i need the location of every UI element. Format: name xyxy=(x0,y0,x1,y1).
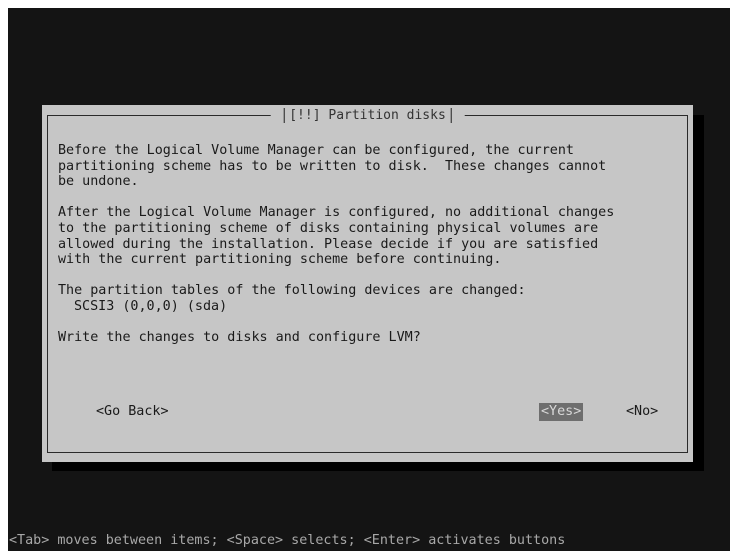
dialog-buttons: <Go Back> <Yes> <No> xyxy=(42,403,693,421)
partition-dialog: [!!] Partition disks Before the Logical … xyxy=(42,105,693,462)
title-text: Partition disks xyxy=(328,108,446,123)
paragraph-line: Before the Logical Volume Manager can be… xyxy=(58,143,574,158)
paragraph-3: The partition tables of the following de… xyxy=(58,283,683,314)
yes-button[interactable]: <Yes> xyxy=(539,403,584,421)
devices-intro: The partition tables of the following de… xyxy=(58,283,526,299)
dialog-body: Before the Logical Volume Manager can be… xyxy=(58,143,683,361)
paragraph-4: Write the changes to disks and configure… xyxy=(58,330,683,346)
paragraph-line: allowed during the installation. Please … xyxy=(58,236,599,252)
no-button[interactable]: <No> xyxy=(624,403,660,421)
paragraph-line: partitioning scheme has to be written to… xyxy=(58,158,607,174)
paragraph-line: to the partitioning scheme of disks cont… xyxy=(58,220,599,236)
title-bar-left xyxy=(283,108,285,123)
go-back-button[interactable]: <Go Back> xyxy=(94,403,171,421)
paragraph-2: After the Logical Volume Manager is conf… xyxy=(58,205,683,267)
title-bar-right xyxy=(450,108,452,123)
question-text: Write the changes to disks and configure… xyxy=(58,330,421,346)
dialog-title: [!!] Partition disks xyxy=(270,107,465,124)
installer-screen: [!!] Partition disks Before the Logical … xyxy=(8,8,730,551)
device-item: SCSI3 (0,0,0) (sda) xyxy=(74,298,228,314)
paragraph-line: be undone. xyxy=(58,174,139,190)
help-status-bar: <Tab> moves between items; <Space> selec… xyxy=(9,533,566,548)
paragraph-line: After the Logical Volume Manager is conf… xyxy=(58,205,615,221)
paragraph-1: Before the Logical Volume Manager can be… xyxy=(58,143,683,190)
paragraph-line: with the current partitioning scheme bef… xyxy=(58,252,502,268)
title-prefix: [!!] xyxy=(289,108,321,123)
